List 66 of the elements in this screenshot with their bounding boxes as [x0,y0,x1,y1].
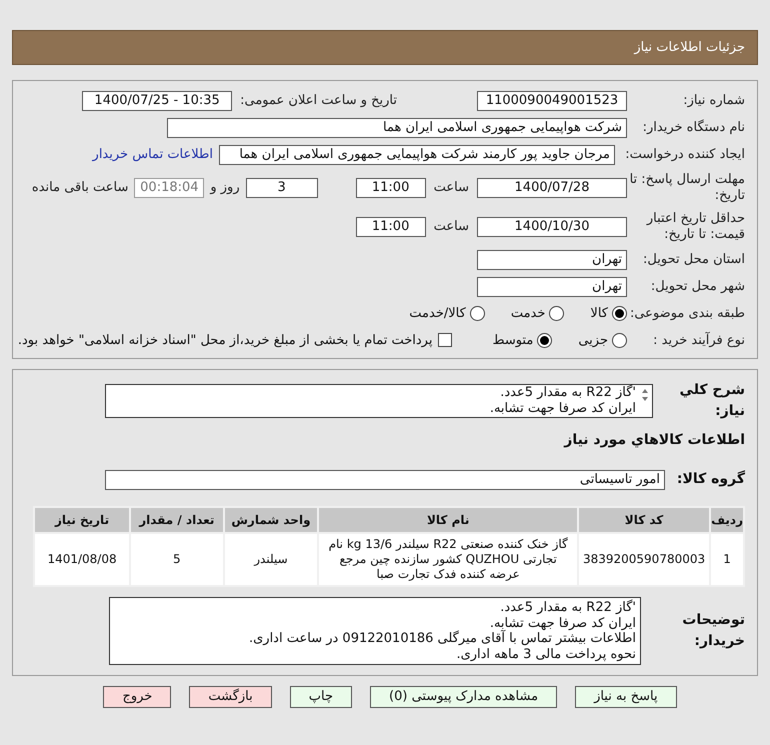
field-label: نام دستگاه خریدار: [642,118,745,138]
radio-label: جزیی [578,332,608,350]
radio-button[interactable] [470,306,485,322]
field-label: تاریخ و ساعت اعلان عمومی: [240,92,397,110]
field-label: توضیحات خریدار: [681,611,745,651]
table-cell: 5 [130,533,224,586]
radio-button[interactable] [549,306,564,322]
field-label: حداقل تاریخ اعتبار قیمت: تا تاریخ: [645,211,745,243]
radio-label: متوسط [492,332,534,350]
radio-button[interactable] [612,306,627,322]
radio-label: خدمت [510,305,546,323]
field-label: ساعت [434,218,469,236]
column-header: ردیف [710,507,744,533]
payment-note: پرداخت تمام یا بخشی از مبلغ خرید،از محل "اسناد خزانه اسلامی" خواهد بود. [18,332,432,350]
value-field: 1100090049001523 [477,91,627,111]
field-label: شماره نیاز: [682,92,745,110]
action-button[interactable]: پاسخ به نیاز [575,686,677,708]
radio-label: کالا [590,305,608,323]
buyer-notes-field: 'گاز R22 به مقدار 5عدد. ایران کد صرفا جهت تشابه. اطلاعات بیشتر تماس با آقای میرگلی 09122010186 در ساعت اداری. نحوه پرداخت مالی 3 ماهه اداری. [109,597,641,665]
table-cell: 3839200590780003 [578,533,710,586]
scroll-arrows-icon[interactable] [640,387,650,403]
value-field: تهران [477,250,627,270]
value-field: 11:00 [356,178,426,198]
column-header: نام کالا [318,507,578,533]
table-cell: 1 [710,533,744,586]
buyer-contact-link[interactable]: اطلاعات تماس خریدار [92,145,213,165]
field-label: استان محل تحویل: [642,251,745,270]
action-button[interactable]: چاپ [290,686,352,708]
table-cell: گاز خنک کننده صنعتی R22 سیلندر 13/6 kg نام تجارتی QUZHOU کشور سازنده چین مرجع عرضه کننده فدک تجارت صبا [318,533,578,586]
description-field[interactable]: 'گاز R22 به مقدار 5عدد. ایران کد صرفا جهت تشابه. [105,384,653,418]
value-field: 11:00 [356,217,426,237]
goods-group-field: امور تاسیساتی [105,470,665,490]
table-cell: 1401/08/08 [34,533,130,586]
field-label: نوع فرآیند خرید : [652,330,745,350]
page-title: جزئیات اطلاعات نیاز [634,38,745,57]
value-field: شرکت هواپیمایی جمهوری اسلامی ایران هما [167,118,627,138]
field-label: مهلت ارسال پاسخ: تا تاریخ: [628,172,745,204]
radio-label: کالا/خدمت [409,305,466,323]
column-header: تعداد / مقدار [130,507,224,533]
field-label: ایجاد کننده درخواست: [624,146,745,164]
value-field: 3 [246,178,318,198]
field-label: ساعت باقی مانده [32,179,128,198]
radio-button[interactable] [537,332,552,348]
value-field: 1400/07/25 - 10:35 [82,91,232,111]
field-label: شرح کلي نياز: [678,381,745,421]
column-header: واحد شمارش [224,507,318,533]
column-header: کد کالا [578,507,710,533]
field-label: روز و [210,179,240,198]
action-button[interactable]: خروج [103,686,172,708]
radio-button[interactable] [612,332,627,348]
value-field: 1400/07/28 [477,178,627,198]
payment-checkbox[interactable] [438,333,452,348]
column-header: تاریخ نیاز [34,507,130,533]
field-label: شهر محل تحویل: [650,278,745,296]
field-label: ساعت [434,179,469,198]
action-button[interactable]: مشاهده مدارک پیوستی (0) [370,686,558,708]
value-field: مرجان جاوید پور کارمند شرکت هواپیمایی جمهوری اسلامی ایران هما [219,145,615,165]
table-cell: سیلندر [224,533,318,586]
section-heading: اطلاعات كالاهاي مورد نياز [564,431,745,450]
description-text: 'گاز R22 به مقدار 5عدد. ایران کد صرفا جهت تشابه. [490,385,637,417]
field-label: طبقه بندی موضوعی: [628,305,745,323]
value-field: 1400/10/30 [477,217,627,237]
value-field: تهران [477,277,627,297]
field-label: گروه کالا: [676,469,745,489]
action-button[interactable]: بازگشت [189,686,272,708]
countdown-field: 00:18:04 [134,178,204,198]
